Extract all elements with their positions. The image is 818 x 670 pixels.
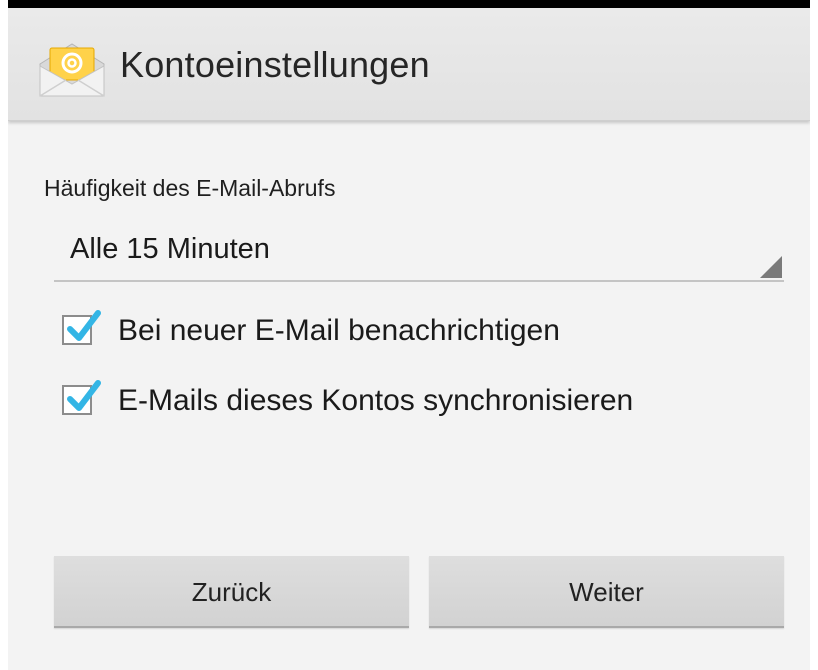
sync-checkbox[interactable] [62, 380, 101, 415]
sync-label: E-Mails dieses Kontos synchronisieren [118, 384, 634, 417]
email-envelope-icon [36, 40, 108, 100]
back-button[interactable]: Zurück [54, 556, 409, 628]
sync-frequency-dropdown[interactable]: Alle 15 Minuten [54, 222, 784, 282]
account-settings-screen: Kontoeinstellungen Häufigkeit des E-Mail… [8, 0, 810, 670]
dropdown-arrow-icon [760, 256, 782, 278]
sync-frequency-value: Alle 15 Minuten [70, 233, 270, 265]
next-button[interactable]: Weiter [429, 556, 784, 628]
sync-frequency-label: Häufigkeit des E-Mail-Abrufs [44, 175, 336, 201]
checkmark-icon [67, 380, 101, 411]
checkmark-icon [67, 310, 101, 341]
notify-label: Bei neuer E-Mail benachrichtigen [118, 314, 560, 347]
action-bar: Kontoeinstellungen [8, 8, 810, 121]
notify-checkbox[interactable] [62, 310, 101, 345]
page-title: Kontoeinstellungen [120, 44, 430, 85]
